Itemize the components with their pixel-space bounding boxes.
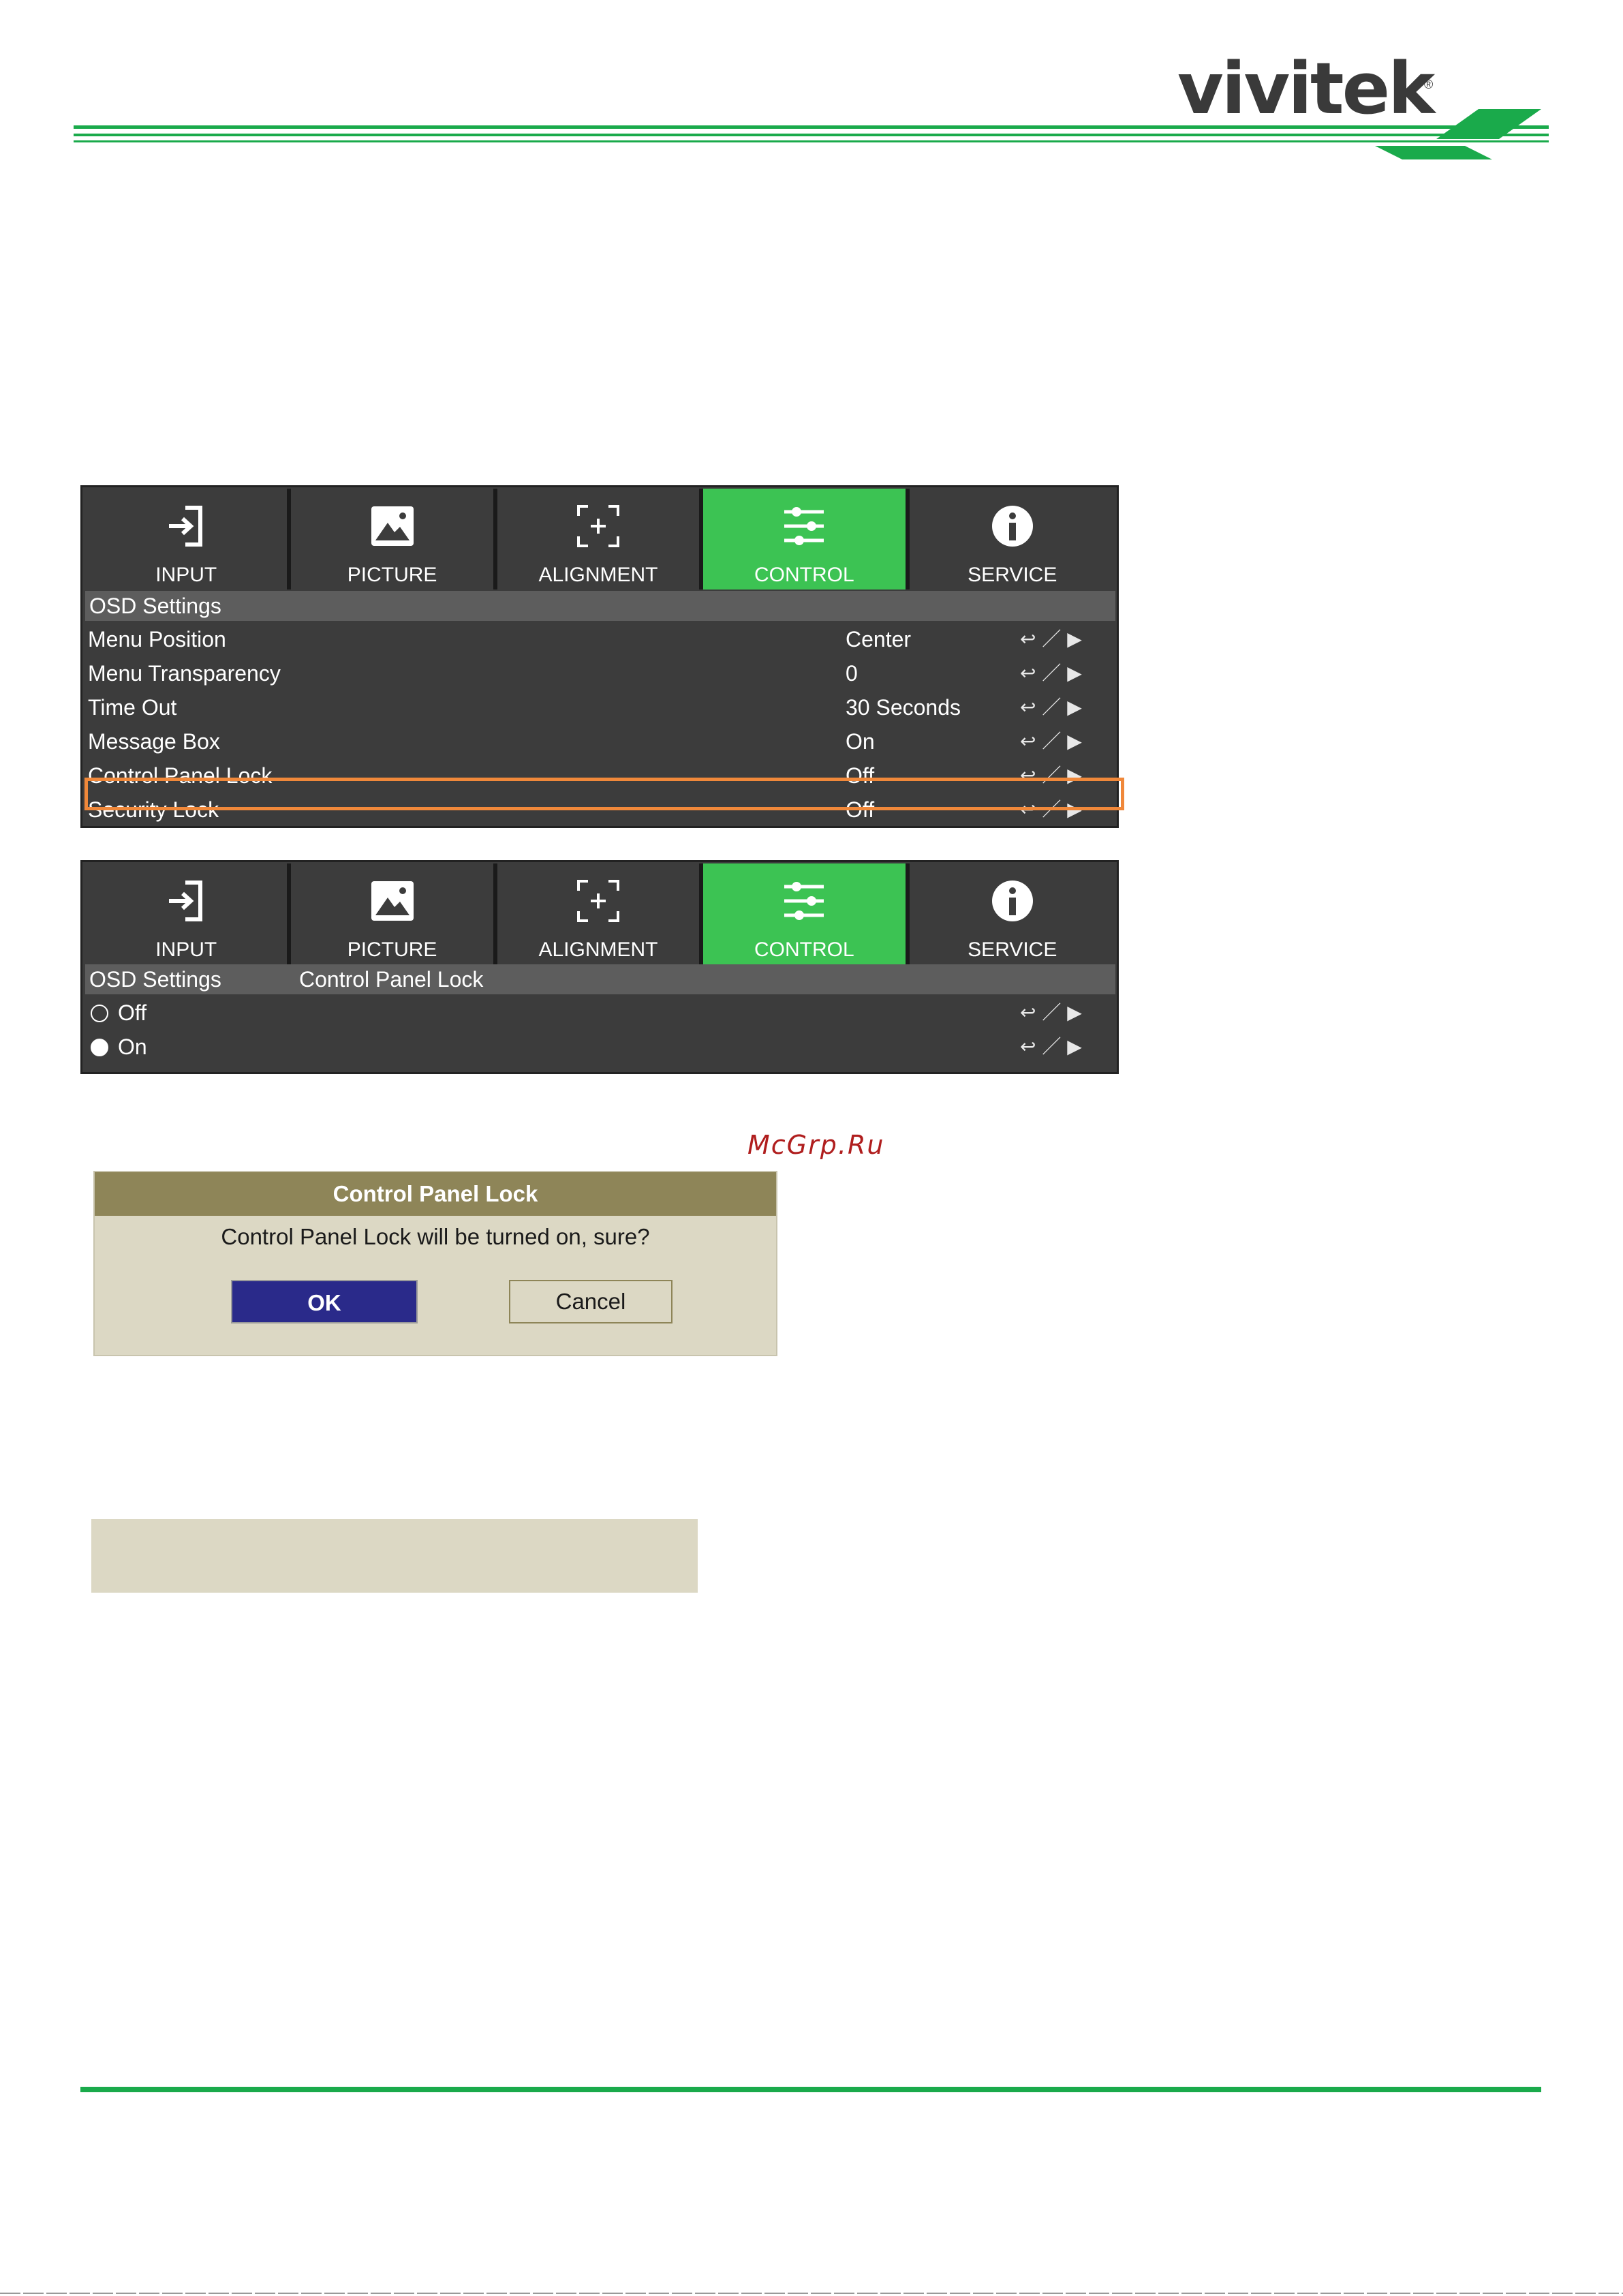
input-arrow-icon [169, 881, 203, 921]
tab-label: INPUT [155, 938, 217, 961]
sliders-icon [784, 882, 824, 920]
tab-alignment[interactable]: ALIGNMENT [497, 863, 704, 964]
highlight-box-control-panel-lock [84, 778, 1124, 810]
osd-tab-bar: INPUT PICTURE ALIGNMENT CONTROL SERVICE [85, 863, 1115, 964]
tab-alignment[interactable]: ALIGNMENT [497, 489, 704, 590]
tab-label: SERVICE [968, 564, 1057, 586]
footer-rule [80, 2087, 1541, 2092]
tab-input[interactable]: INPUT [85, 489, 292, 590]
row-value: 30 Seconds [846, 695, 961, 720]
row-label: Menu Transparency [88, 661, 281, 686]
enter-arrow-icon: ↩ ／ ▶ [1020, 696, 1082, 718]
dialog-title: Control Panel Lock [95, 1172, 776, 1216]
breadcrumb: OSD Settings Control Panel Lock [85, 964, 1115, 994]
input-arrow-icon [169, 506, 203, 547]
alignment-icon [576, 880, 619, 922]
confirm-dialog: Control Panel Lock Control Panel Lock wi… [93, 1171, 777, 1356]
option-label: On [118, 1035, 147, 1059]
tab-label: PICTURE [347, 564, 437, 586]
radio-option-on[interactable]: On ↩ ／ ▶ [85, 1030, 1115, 1064]
tab-label: CONTROL [754, 938, 854, 961]
enter-arrow-icon: ↩ ／ ▶ [1020, 1035, 1082, 1058]
menu-row-menu-transparency[interactable]: Menu Transparency 0 ↩ ／ ▶ [85, 656, 1115, 690]
row-value: Center [846, 627, 912, 652]
cancel-button[interactable]: Cancel [509, 1280, 673, 1323]
alignment-icon [576, 505, 619, 547]
tab-label: CONTROL [754, 564, 854, 586]
header-rule [74, 140, 1549, 142]
enter-arrow-icon: ↩ ／ ▶ [1020, 628, 1082, 650]
tab-control[interactable]: CONTROL [703, 489, 910, 590]
row-label: Message Box [88, 729, 220, 754]
ok-button[interactable]: OK [231, 1280, 418, 1323]
tab-service[interactable]: SERVICE [909, 863, 1115, 964]
tab-label: ALIGNMENT [538, 564, 658, 586]
osd-submenu-control-panel-lock: INPUT PICTURE ALIGNMENT CONTROL SERVICE … [80, 860, 1119, 1074]
logo-swoosh-icon [1375, 109, 1541, 159]
tab-label: ALIGNMENT [538, 938, 658, 961]
enter-arrow-icon: ↩ ／ ▶ [1020, 1001, 1082, 1024]
osd-tab-bar: INPUT PICTURE ALIGNMENT CONTROL SERVICE [85, 489, 1115, 590]
breadcrumb-subsection: Control Panel Lock [299, 967, 484, 992]
info-icon [991, 506, 1033, 547]
row-value: 0 [846, 661, 858, 686]
header-rule [74, 134, 1549, 136]
option-label: Off [118, 1000, 147, 1025]
section-title: OSD Settings [89, 594, 221, 618]
info-icon [991, 881, 1033, 921]
section-header: OSD Settings [85, 591, 1115, 621]
tab-label: SERVICE [968, 938, 1057, 961]
radio-button-unselected[interactable] [91, 1005, 108, 1022]
enter-arrow-icon: ↩ ／ ▶ [1020, 730, 1082, 752]
tab-label: INPUT [155, 564, 217, 586]
breadcrumb-section: OSD Settings [89, 967, 221, 992]
picture-icon [371, 506, 414, 546]
enter-arrow-icon: ↩ ／ ▶ [1020, 662, 1082, 684]
tab-control[interactable]: CONTROL [703, 863, 910, 964]
page-edge-dash [0, 2293, 1623, 2294]
tab-label: PICTURE [347, 938, 437, 961]
row-value: On [846, 729, 875, 754]
picture-icon [371, 881, 414, 921]
watermark: McGrp.Ru [747, 1130, 885, 1160]
tab-input[interactable]: INPUT [85, 863, 292, 964]
row-label: Menu Position [88, 627, 226, 652]
row-label: Time Out [88, 695, 177, 720]
menu-row-menu-position[interactable]: Menu Position Center ↩ ／ ▶ [85, 622, 1115, 656]
tab-service[interactable]: SERVICE [909, 489, 1115, 590]
tab-picture[interactable]: PICTURE [291, 863, 497, 964]
tab-picture[interactable]: PICTURE [291, 489, 497, 590]
header-rule [74, 125, 1549, 129]
menu-row-message-box[interactable]: Message Box On ↩ ／ ▶ [85, 724, 1115, 759]
sliders-icon [784, 507, 824, 545]
dialog-message: Control Panel Lock will be turned on, su… [221, 1224, 650, 1249]
message-panel [91, 1519, 698, 1593]
radio-option-off[interactable]: Off ↩ ／ ▶ [85, 996, 1115, 1030]
radio-button-selected[interactable] [91, 1039, 108, 1056]
osd-menu-control: INPUT PICTURE ALIGNMENT CONTROL SERVICE … [80, 485, 1119, 828]
menu-row-time-out[interactable]: Time Out 30 Seconds ↩ ／ ▶ [85, 690, 1115, 724]
